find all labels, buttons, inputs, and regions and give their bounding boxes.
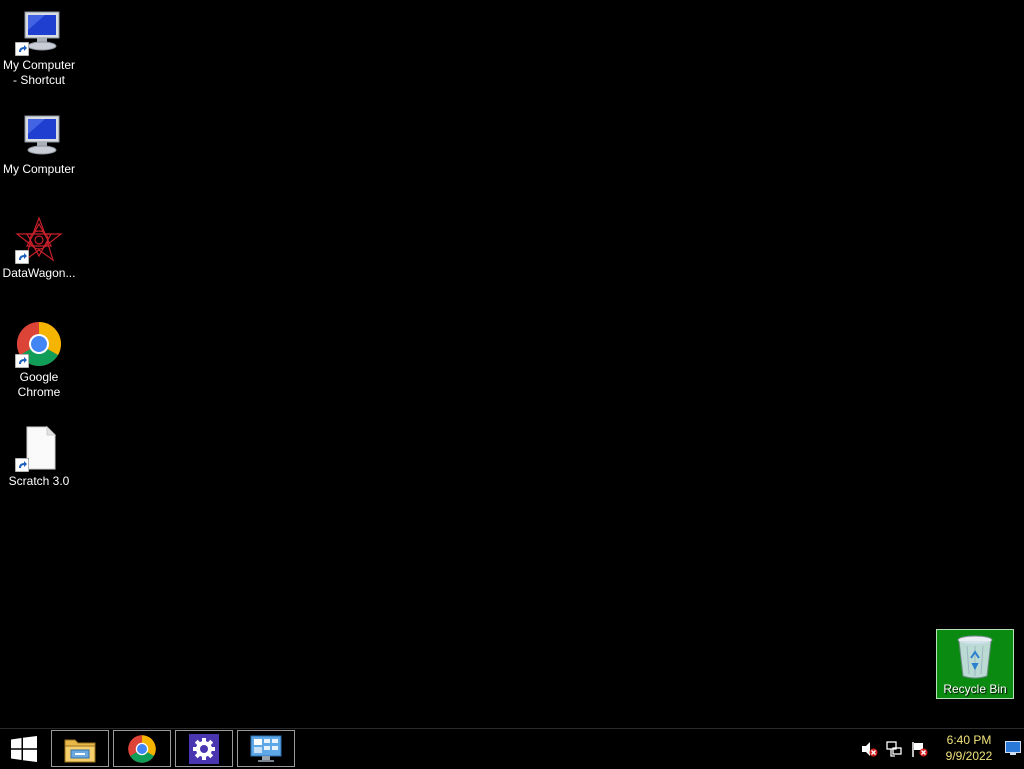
desktop-icon-google-chrome[interactable]: Google Chrome — [1, 320, 77, 400]
taskbar-file-explorer-button[interactable] — [51, 730, 109, 767]
desktop-icon-my-computer[interactable]: My Computer — [1, 112, 77, 177]
desktop-icon-scratch[interactable]: Scratch 3.0 — [1, 424, 77, 489]
control-panel-icon — [250, 735, 282, 762]
taskbar: 6:40 PM 9/9/2022 — [0, 728, 1024, 769]
recycle-bin-icon — [957, 635, 993, 679]
chrome-icon — [128, 734, 156, 763]
file-explorer-icon — [64, 739, 96, 762]
clock-date: 9/9/2022 — [945, 749, 993, 763]
network-icon[interactable] — [885, 740, 903, 758]
speaker-muted-icon[interactable] — [860, 740, 878, 758]
computer-icon — [24, 115, 60, 155]
shortcut-arrow-icon — [15, 458, 29, 472]
desktop: My Computer - Shortcut My Computer DataW… — [0, 0, 1024, 728]
desktop-icon-recycle-bin[interactable]: Recycle Bin — [936, 629, 1014, 699]
shortcut-arrow-icon — [15, 42, 29, 56]
desktop-icon-my-computer-shortcut[interactable]: My Computer - Shortcut — [1, 8, 77, 88]
show-desktop-button[interactable] — [1005, 741, 1021, 755]
desktop-icon-label: My Computer — [2, 162, 76, 176]
desktop-icon-label: DataWagon... — [2, 266, 76, 280]
shortcut-arrow-icon — [15, 250, 29, 264]
show-desktop-icon — [1005, 741, 1021, 755]
windows-logo-icon — [11, 736, 37, 762]
desktop-icon-label: My Computer - Shortcut — [2, 58, 76, 87]
taskbar-chrome-button[interactable] — [113, 730, 171, 767]
clock-time: 6:40 PM — [946, 733, 992, 747]
taskbar-settings-button[interactable] — [175, 730, 233, 767]
shortcut-arrow-icon — [15, 354, 29, 368]
gear-icon — [189, 733, 219, 764]
action-center-flag-icon[interactable] — [910, 740, 928, 758]
desktop-icon-label: Scratch 3.0 — [8, 474, 70, 488]
desktop-icon-label: Google Chrome — [17, 370, 61, 399]
start-button[interactable] — [0, 729, 48, 769]
taskbar-control-panel-button[interactable] — [237, 730, 295, 767]
desktop-icon-datawagon[interactable]: DataWagon... — [1, 216, 77, 281]
desktop-icon-label: Recycle Bin — [943, 682, 1007, 696]
clock[interactable]: 6:40 PM 9/9/2022 — [935, 732, 1003, 764]
